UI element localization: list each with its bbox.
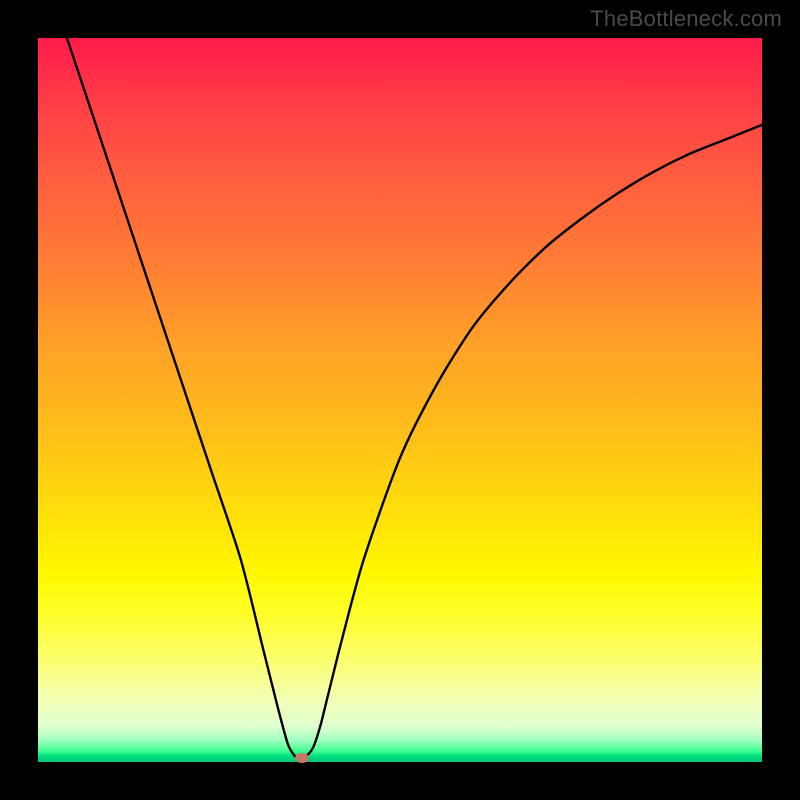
optimum-marker <box>295 753 309 763</box>
bottleneck-curve <box>67 38 762 758</box>
curve-svg <box>38 38 762 762</box>
chart-plot-area <box>38 38 762 762</box>
watermark-text: TheBottleneck.com <box>590 6 782 32</box>
